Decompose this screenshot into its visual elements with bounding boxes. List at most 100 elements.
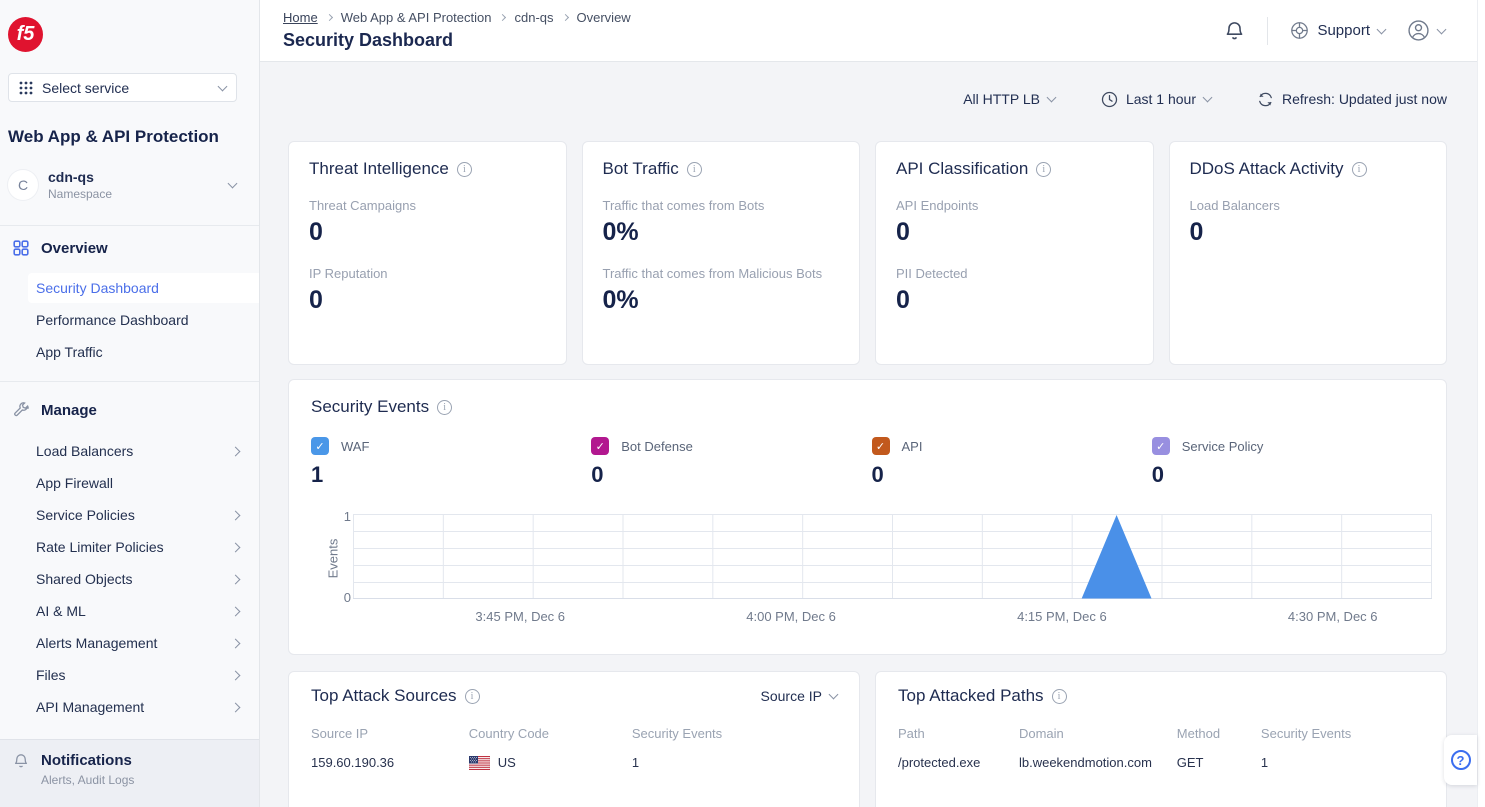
question-mark-icon: ? <box>1451 750 1471 770</box>
attacked-paths-table: Path Domain Method Security Events /prot… <box>898 726 1424 770</box>
refresh-control[interactable]: Refresh: Updated just now <box>1257 91 1447 108</box>
help-button[interactable]: ? <box>1444 735 1477 785</box>
card-title: Top Attack Sources <box>311 686 457 706</box>
sidebar-item-alerts-management[interactable]: Alerts Management <box>28 628 259 658</box>
sidebar-item-performance-dashboard[interactable]: Performance Dashboard <box>28 305 259 335</box>
metric-label: API Endpoints <box>896 198 1133 213</box>
metric-value: 0% <box>603 286 840 315</box>
time-range-filter[interactable]: Last 1 hour <box>1101 91 1211 108</box>
chevron-right-icon <box>561 13 568 20</box>
chevron-down-icon <box>218 81 228 91</box>
support-label: Support <box>1317 22 1370 39</box>
cell-country-code: US <box>469 755 632 770</box>
lb-filter-label: All HTTP LB <box>963 91 1040 107</box>
sidebar-item-label: App Firewall <box>36 475 113 491</box>
metric-label: Traffic that comes from Bots <box>603 198 840 213</box>
breadcrumb-namespace[interactable]: cdn-qs <box>514 10 553 25</box>
chevron-right-icon <box>231 542 241 552</box>
scrollbar[interactable] <box>1477 0 1485 807</box>
series-label: WAF <box>341 439 369 454</box>
metric-label: PII Detected <box>896 266 1133 281</box>
card-top-attack-sources: Top Attack Sources i Source IP Source IP… <box>288 671 860 807</box>
metric-value: 0 <box>309 218 546 247</box>
metric-label: Threat Campaigns <box>309 198 546 213</box>
product-title: Web App & API Protection <box>8 127 219 147</box>
sidebar-item-security-dashboard[interactable]: Security Dashboard <box>28 273 259 303</box>
column-header: Path <box>898 726 1019 741</box>
sidebar-item-ai-ml[interactable]: AI & ML <box>28 596 259 626</box>
series-label: API <box>902 439 923 454</box>
api-checkbox[interactable]: ✓ <box>872 437 890 455</box>
sidebar-item-label: Performance Dashboard <box>36 312 189 328</box>
card-threat-intelligence: Threat Intelligence i Threat Campaigns0 … <box>288 141 567 365</box>
breadcrumb: Home Web App & API Protection cdn-qs Ove… <box>283 10 631 25</box>
column-header: Security Events <box>1261 726 1424 741</box>
y-tick-max: 1 <box>333 509 351 524</box>
select-service-dropdown[interactable]: Select service <box>8 73 237 102</box>
group-by-dropdown[interactable]: Source IP <box>761 688 837 704</box>
sidebar-item-app-firewall[interactable]: App Firewall <box>28 468 259 498</box>
breadcrumb-home[interactable]: Home <box>283 10 318 25</box>
cell-source-ip: 159.60.190.36 <box>311 755 469 770</box>
sidebar-item-shared-objects[interactable]: Shared Objects <box>28 564 259 594</box>
load-balancer-filter[interactable]: All HTTP LB <box>963 91 1055 107</box>
info-icon[interactable]: i <box>1052 689 1067 704</box>
chart-plot-area <box>353 514 1432 599</box>
wrench-icon <box>13 402 29 418</box>
sidebar-item-app-traffic[interactable]: App Traffic <box>28 337 259 367</box>
info-icon[interactable]: i <box>465 689 480 704</box>
series-value: 1 <box>311 462 591 488</box>
divider <box>0 225 259 226</box>
info-icon[interactable]: i <box>687 162 702 177</box>
chevron-right-icon <box>231 702 241 712</box>
column-header: Method <box>1177 726 1261 741</box>
card-ddos-attack-activity: DDoS Attack Activity i Load Balancers0 <box>1169 141 1448 365</box>
sidebar-item-api-management[interactable]: API Management <box>28 692 259 722</box>
namespace-avatar: C <box>8 170 38 200</box>
series-api: ✓ API 0 <box>872 437 1152 488</box>
series-label: Service Policy <box>1182 439 1264 454</box>
sidebar-item-load-balancers[interactable]: Load Balancers <box>28 436 259 466</box>
sidebar-item-files[interactable]: Files <box>28 660 259 690</box>
breadcrumb-overview[interactable]: Overview <box>577 10 631 25</box>
bell-icon[interactable] <box>1224 20 1245 42</box>
breadcrumb-waap[interactable]: Web App & API Protection <box>341 10 492 25</box>
filter-bar: All HTTP LB Last 1 hour <box>288 87 1447 111</box>
user-account-menu[interactable] <box>1407 19 1445 42</box>
support-menu[interactable]: Support <box>1290 21 1385 40</box>
clock-icon <box>1101 91 1118 108</box>
chevron-right-icon <box>231 638 241 648</box>
waf-event-spike <box>1082 515 1152 599</box>
sidebar-item-label: API Management <box>36 699 144 715</box>
metric-value: 0 <box>1190 218 1427 247</box>
x-tick-label: 4:30 PM, Dec 6 <box>1288 609 1378 624</box>
namespace-selector[interactable]: C cdn-qs Namespace <box>8 166 250 204</box>
user-avatar-icon <box>1407 19 1430 42</box>
waf-checkbox[interactable]: ✓ <box>311 437 329 455</box>
chevron-right-icon <box>231 606 241 616</box>
sidebar-item-label: Alerts Management <box>36 635 157 651</box>
info-icon[interactable]: i <box>437 400 452 415</box>
bot-defense-checkbox[interactable]: ✓ <box>591 437 609 455</box>
chevron-right-icon <box>231 446 241 456</box>
card-title: Security Events <box>311 397 429 417</box>
overview-grid-icon <box>13 240 29 256</box>
sidebar-item-label: App Traffic <box>36 344 103 360</box>
card-title: Threat Intelligence <box>309 159 449 179</box>
service-policy-checkbox[interactable]: ✓ <box>1152 437 1170 455</box>
series-label: Bot Defense <box>621 439 693 454</box>
nav-section-overview: Overview <box>0 237 259 259</box>
lifebuoy-icon <box>1290 21 1309 40</box>
info-icon[interactable]: i <box>1352 162 1367 177</box>
info-icon[interactable]: i <box>457 162 472 177</box>
info-icon[interactable]: i <box>1036 162 1051 177</box>
metric-value: 0 <box>309 286 546 315</box>
x-tick-label: 4:15 PM, Dec 6 <box>1017 609 1107 624</box>
sidebar-item-service-policies[interactable]: Service Policies <box>28 500 259 530</box>
sidebar-item-label: Files <box>36 667 66 683</box>
sidebar-item-notifications[interactable]: Notifications Alerts, Audit Logs <box>0 739 259 807</box>
namespace-type-label: Namespace <box>48 187 112 201</box>
sidebar-item-rate-limiter-policies[interactable]: Rate Limiter Policies <box>28 532 259 562</box>
cell-domain: lb.weekendmotion.com <box>1019 755 1177 770</box>
chevron-right-icon <box>231 574 241 584</box>
